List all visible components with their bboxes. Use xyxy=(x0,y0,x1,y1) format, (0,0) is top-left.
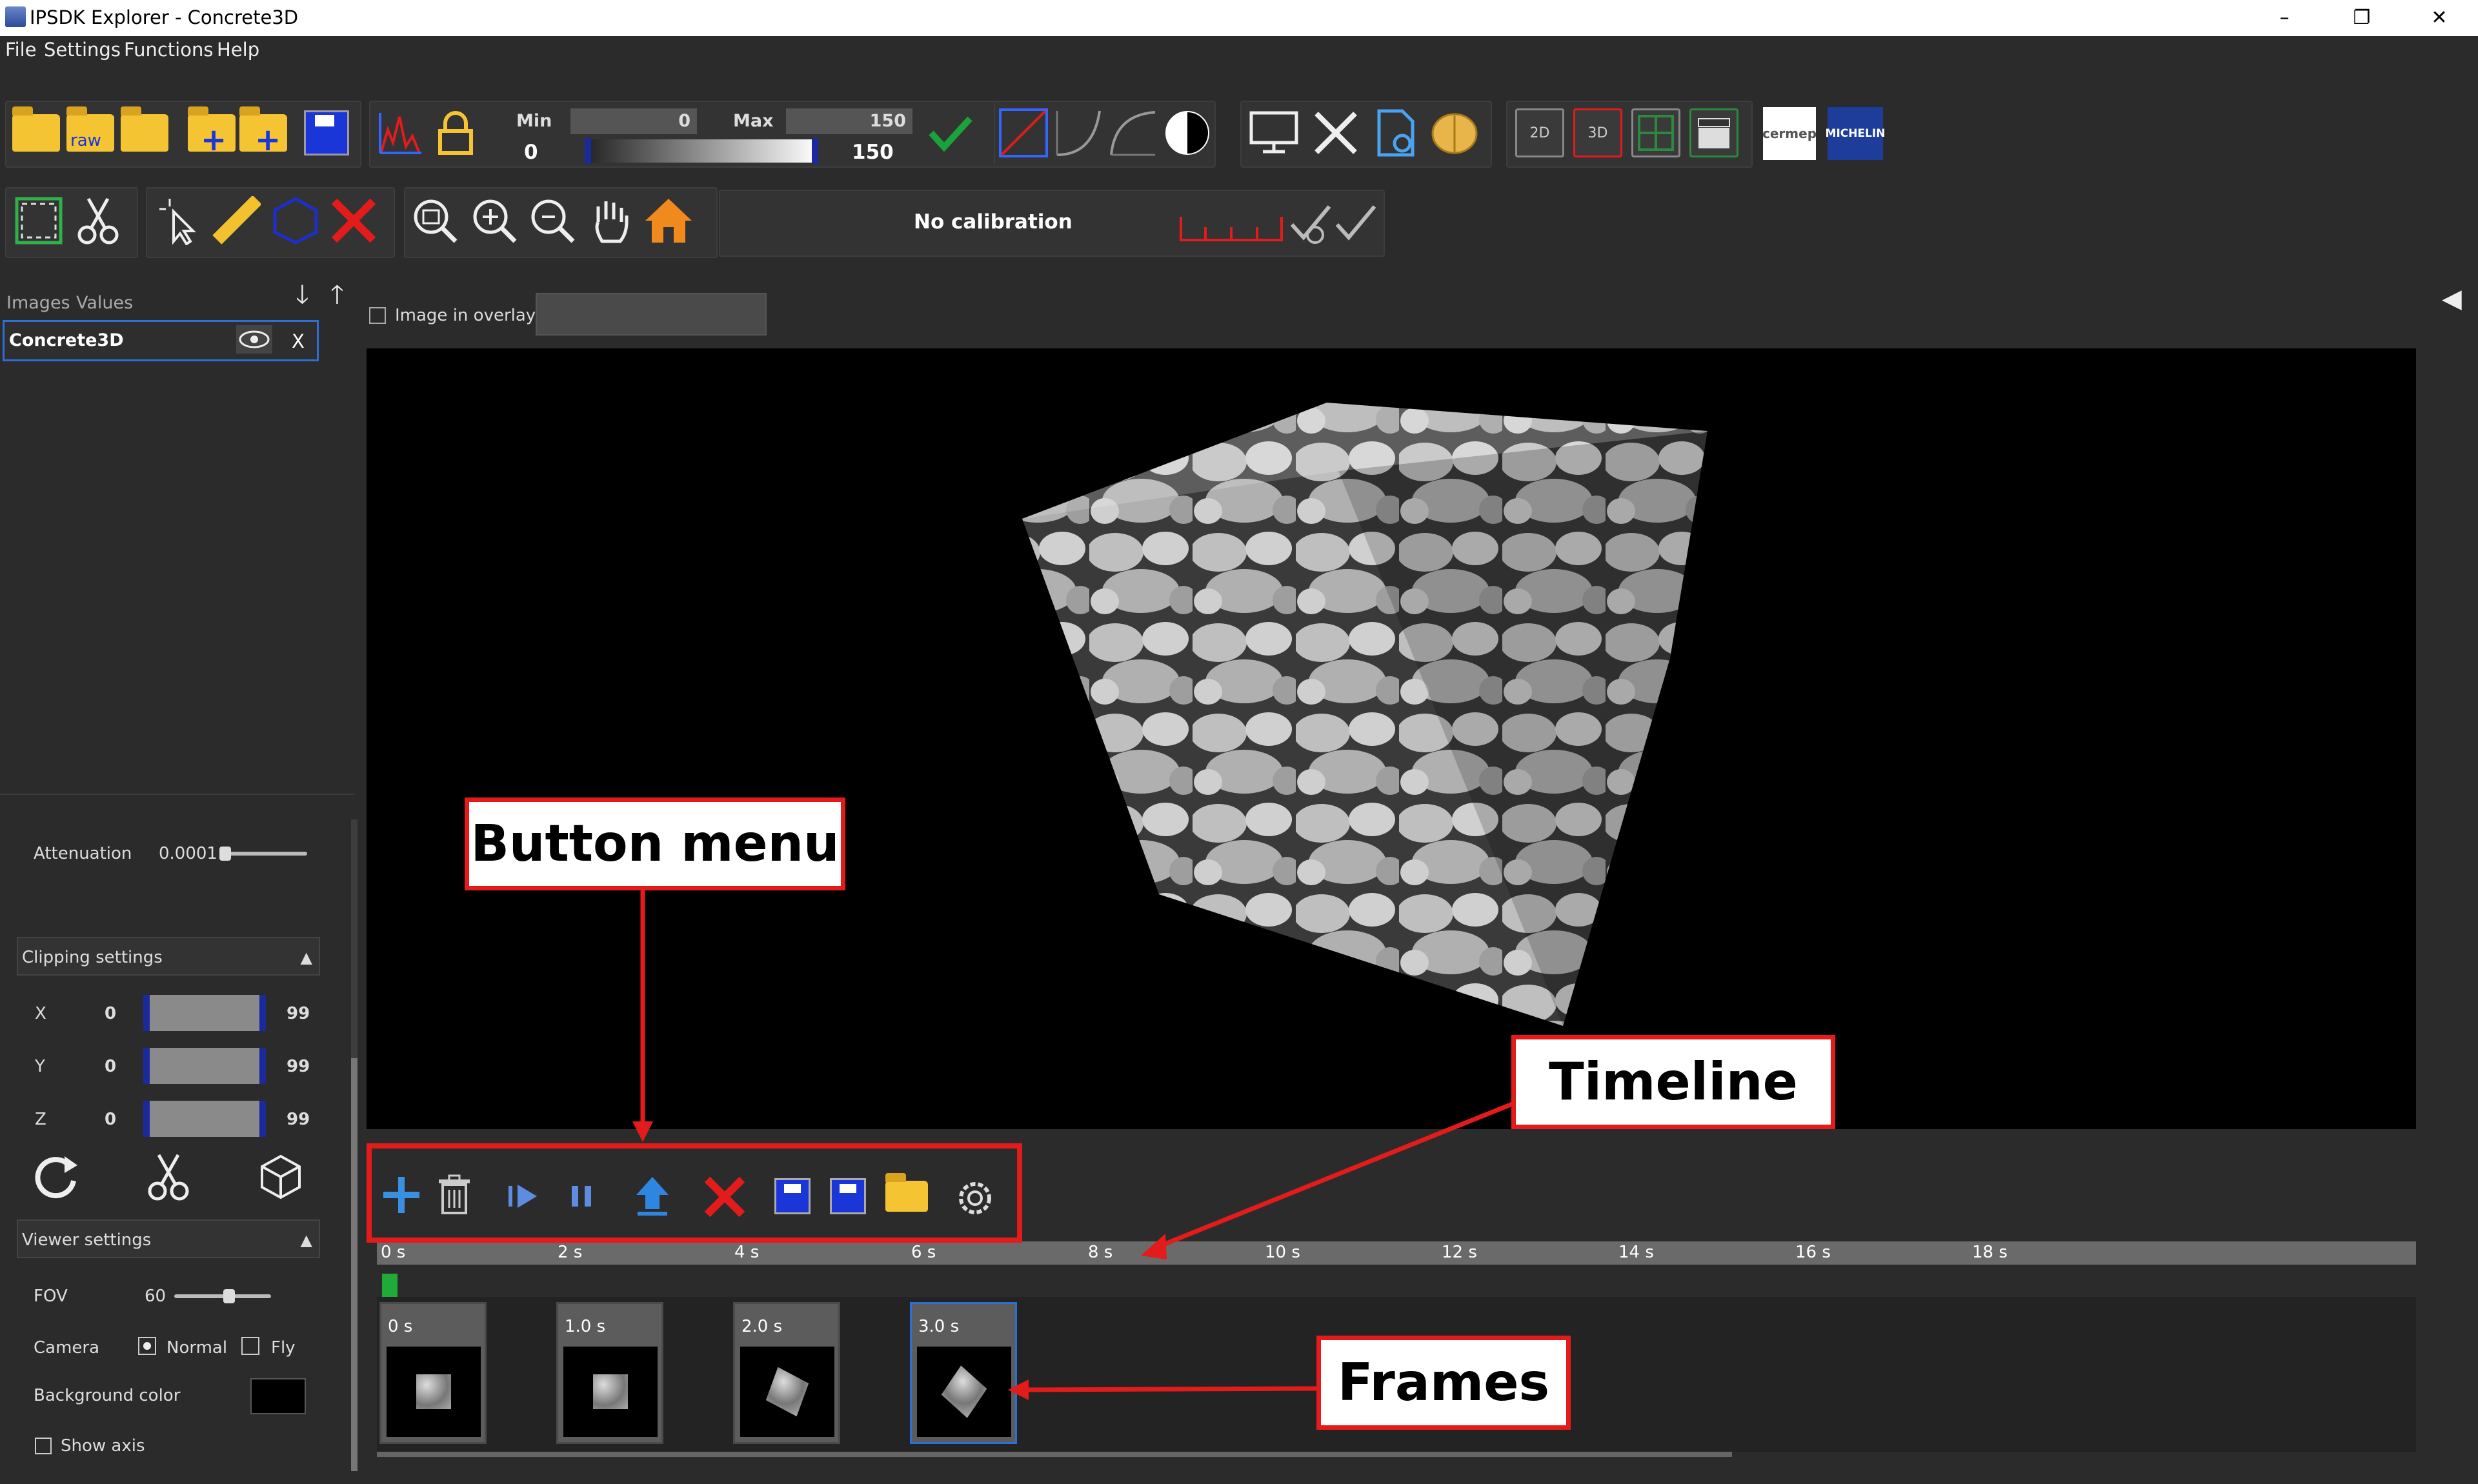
annotation-arrows xyxy=(367,890,1515,1400)
frames-callout: Frames xyxy=(1316,1336,1571,1430)
button-menu-highlight xyxy=(367,1143,1022,1243)
timeline-callout: Timeline xyxy=(1511,1035,1835,1129)
button-menu-callout: Button menu xyxy=(465,797,845,890)
